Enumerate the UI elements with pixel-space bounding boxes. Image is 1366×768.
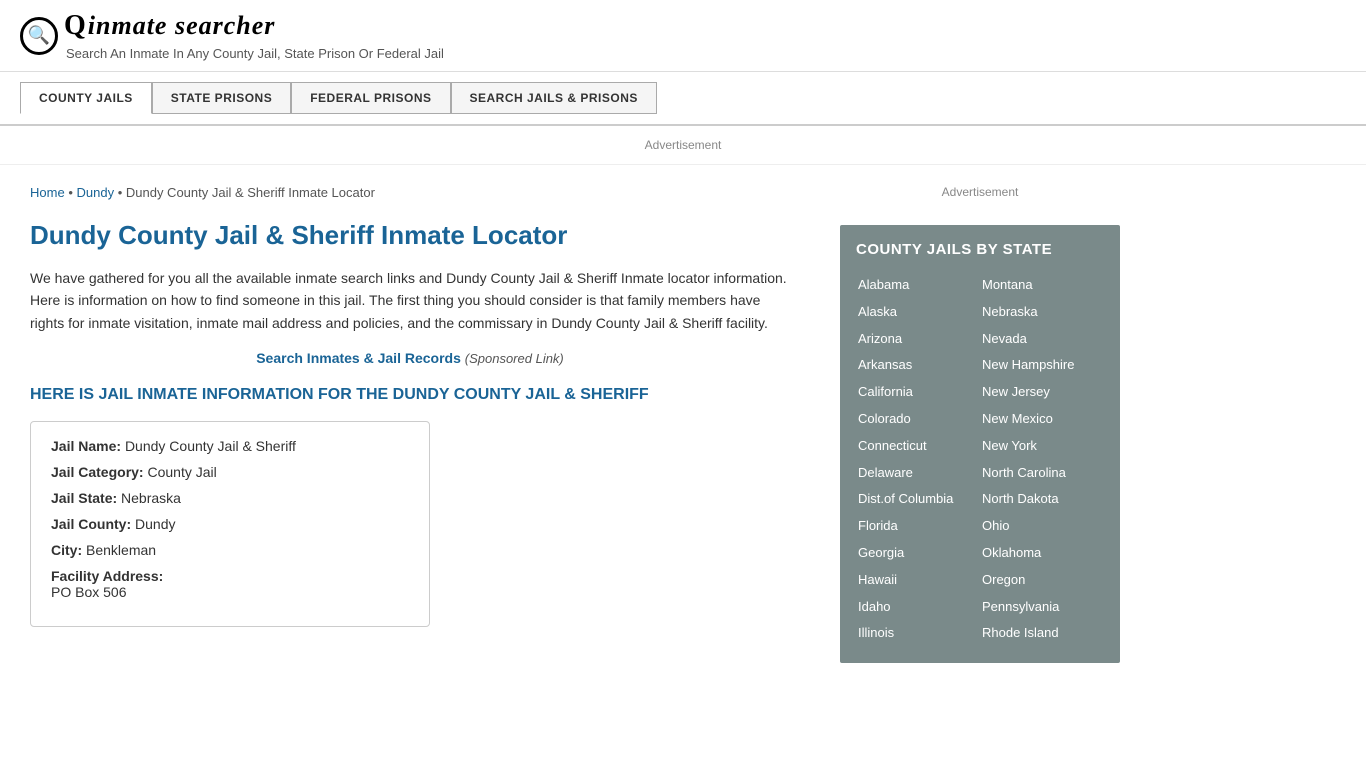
content-area: Home • Dundy • Dundy County Jail & Sheri… <box>0 165 820 673</box>
info-row-city: City: Benkleman <box>51 542 409 558</box>
jail-state-val: Nebraska <box>121 490 181 506</box>
state-link[interactable]: California <box>856 379 980 406</box>
nav-search-jails[interactable]: SEARCH JAILS & PRISONS <box>451 82 657 114</box>
sponsored-link-section: Search Inmates & Jail Records (Sponsored… <box>30 350 790 366</box>
county-jails-title: COUNTY JAILS BY STATE <box>856 241 1104 258</box>
state-link[interactable]: Illinois <box>856 620 980 647</box>
facility-address-label: Facility Address: <box>51 568 163 584</box>
state-link[interactable]: Ohio <box>980 513 1104 540</box>
state-link[interactable]: Alabama <box>856 272 980 299</box>
jail-county-val: Dundy <box>135 516 175 532</box>
state-link[interactable]: Alaska <box>856 299 980 326</box>
state-link[interactable]: New York <box>980 433 1104 460</box>
states-right-col: MontanaNebraskaNevadaNew HampshireNew Je… <box>980 272 1104 647</box>
nav-state-prisons[interactable]: STATE PRISONS <box>152 82 291 114</box>
state-link[interactable]: Connecticut <box>856 433 980 460</box>
breadcrumb-dundy[interactable]: Dundy <box>76 185 114 200</box>
description-text: We have gathered for you all the availab… <box>30 267 790 334</box>
state-link[interactable]: Arizona <box>856 326 980 353</box>
jail-state-label: Jail State: <box>51 490 117 506</box>
state-link[interactable]: Delaware <box>856 460 980 487</box>
info-row-jail-category: Jail Category: County Jail <box>51 464 409 480</box>
info-box: Jail Name: Dundy County Jail & Sheriff J… <box>30 421 430 627</box>
main-layout: Home • Dundy • Dundy County Jail & Sheri… <box>0 165 1366 673</box>
city-label: City: <box>51 542 82 558</box>
state-link[interactable]: North Dakota <box>980 486 1104 513</box>
states-grid: AlabamaAlaskaArizonaArkansasCaliforniaCo… <box>856 272 1104 647</box>
state-link[interactable]: Hawaii <box>856 567 980 594</box>
state-link[interactable]: New Jersey <box>980 379 1104 406</box>
state-link[interactable]: Montana <box>980 272 1104 299</box>
sponsored-link[interactable]: Search Inmates & Jail Records <box>256 350 461 366</box>
city-val: Benkleman <box>86 542 156 558</box>
header: 🔍 Q inmate searcher Search An Inmate In … <box>0 0 1366 72</box>
facility-address-value: PO Box 506 <box>51 584 127 600</box>
jail-cat-val: County Jail <box>147 464 216 480</box>
state-link[interactable]: New Hampshire <box>980 352 1104 379</box>
state-link[interactable]: Arkansas <box>856 352 980 379</box>
state-link[interactable]: Oregon <box>980 567 1104 594</box>
jail-category-label: Jail Category: <box>51 464 144 480</box>
state-link[interactable]: Dist.of Columbia <box>856 486 980 513</box>
info-row-jail-county: Jail County: Dundy <box>51 516 409 532</box>
logo-text: inmate searcher <box>88 11 276 41</box>
state-link[interactable]: North Carolina <box>980 460 1104 487</box>
jail-name-label: Jail Name: <box>51 438 121 454</box>
info-row-jail-name: Jail Name: Dundy County Jail & Sheriff <box>51 438 409 454</box>
state-link[interactable]: New Mexico <box>980 406 1104 433</box>
state-link[interactable]: Nevada <box>980 326 1104 353</box>
state-link[interactable]: Florida <box>856 513 980 540</box>
info-row-address: Facility Address: PO Box 506 <box>51 568 409 600</box>
state-link[interactable]: Colorado <box>856 406 980 433</box>
states-left-col: AlabamaAlaskaArizonaArkansasCaliforniaCo… <box>856 272 980 647</box>
breadcrumb: Home • Dundy • Dundy County Jail & Sheri… <box>30 185 790 200</box>
state-link[interactable]: Rhode Island <box>980 620 1104 647</box>
sidebar-ad: Advertisement <box>840 175 1120 209</box>
breadcrumb-home[interactable]: Home <box>30 185 65 200</box>
state-link[interactable]: Pennsylvania <box>980 594 1104 621</box>
logo-icon: 🔍 <box>20 17 58 55</box>
sponsored-note-text: (Sponsored Link) <box>465 351 564 366</box>
nav-county-jails[interactable]: COUNTY JAILS <box>20 82 152 114</box>
tagline: Search An Inmate In Any County Jail, Sta… <box>66 46 444 61</box>
ad-banner: Advertisement <box>0 126 1366 165</box>
sidebar: Advertisement COUNTY JAILS BY STATE Alab… <box>820 165 1140 673</box>
nav-federal-prisons[interactable]: FEDERAL PRISONS <box>291 82 450 114</box>
state-link[interactable]: Georgia <box>856 540 980 567</box>
state-link[interactable]: Oklahoma <box>980 540 1104 567</box>
page-title: Dundy County Jail & Sheriff Inmate Locat… <box>30 220 790 251</box>
state-link[interactable]: Idaho <box>856 594 980 621</box>
logo-area: 🔍 Q inmate searcher Search An Inmate In … <box>20 10 1346 61</box>
info-row-jail-state: Jail State: Nebraska <box>51 490 409 506</box>
breadcrumb-current: Dundy County Jail & Sheriff Inmate Locat… <box>126 185 375 200</box>
state-link[interactable]: Nebraska <box>980 299 1104 326</box>
navigation: COUNTY JAILS STATE PRISONS FEDERAL PRISO… <box>0 72 1366 126</box>
section-heading: HERE IS JAIL INMATE INFORMATION FOR THE … <box>30 384 790 406</box>
jail-county-label: Jail County: <box>51 516 131 532</box>
county-jails-by-state: COUNTY JAILS BY STATE AlabamaAlaskaArizo… <box>840 225 1120 663</box>
jail-name-val: Dundy County Jail & Sheriff <box>125 438 296 454</box>
